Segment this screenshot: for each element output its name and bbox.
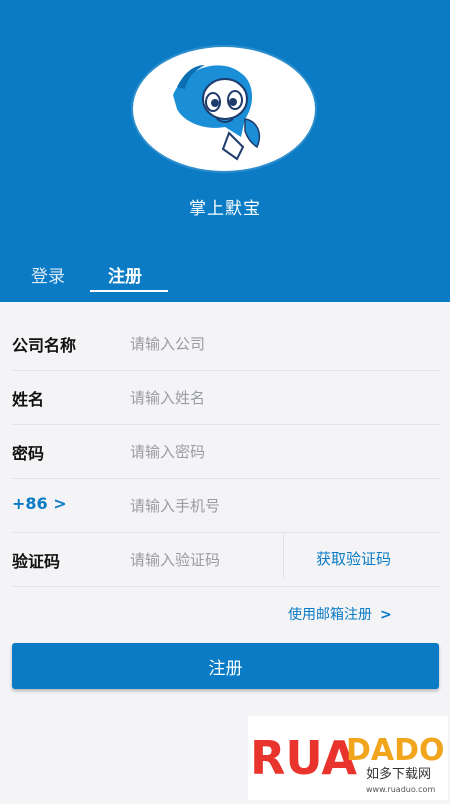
- name-row: 姓名: [12, 371, 440, 425]
- email-register-link[interactable]: 使用邮箱注册 >: [288, 604, 392, 624]
- get-code-button[interactable]: 获取验证码: [316, 548, 391, 569]
- tab-register[interactable]: 注册: [108, 262, 142, 287]
- divider: [283, 533, 284, 579]
- svg-text:DADO: DADO: [346, 733, 445, 768]
- password-label: 密码: [12, 444, 45, 463]
- name-input[interactable]: [128, 384, 292, 412]
- watermark: RUA DADO 如多下载网 www.ruaduo.com: [248, 716, 448, 800]
- phone-input[interactable]: [128, 492, 292, 520]
- password-row: 密码: [12, 425, 440, 479]
- register-button[interactable]: 注册: [12, 643, 439, 689]
- verify-code-input[interactable]: [128, 546, 292, 574]
- active-tab-indicator: [90, 290, 168, 292]
- app-header: 掌上默宝 登录 注册: [0, 0, 450, 302]
- company-label: 公司名称: [12, 336, 77, 355]
- password-input[interactable]: [128, 438, 292, 466]
- svg-text:如多下载网: 如多下载网: [366, 766, 431, 782]
- svg-text:RUA: RUA: [250, 731, 357, 785]
- phone-row: +86 >: [12, 479, 440, 533]
- verify-label: 验证码: [12, 552, 61, 571]
- watermark-logo-icon: RUA DADO 如多下载网 www.ruaduo.com: [250, 731, 445, 794]
- name-label: 姓名: [12, 390, 45, 409]
- mascot-logo-icon: [133, 47, 315, 171]
- tab-login[interactable]: 登录: [31, 262, 65, 287]
- app-title: 掌上默宝: [189, 199, 261, 219]
- email-register-label: 使用邮箱注册: [288, 607, 372, 623]
- verify-row: 验证码 获取验证码: [12, 533, 440, 587]
- chevron-right-icon: >: [380, 607, 392, 623]
- svg-text:www.ruaduo.com: www.ruaduo.com: [366, 785, 435, 794]
- country-code-selector[interactable]: +86 >: [12, 494, 67, 513]
- company-row: 公司名称: [12, 317, 440, 371]
- company-input[interactable]: [128, 330, 292, 358]
